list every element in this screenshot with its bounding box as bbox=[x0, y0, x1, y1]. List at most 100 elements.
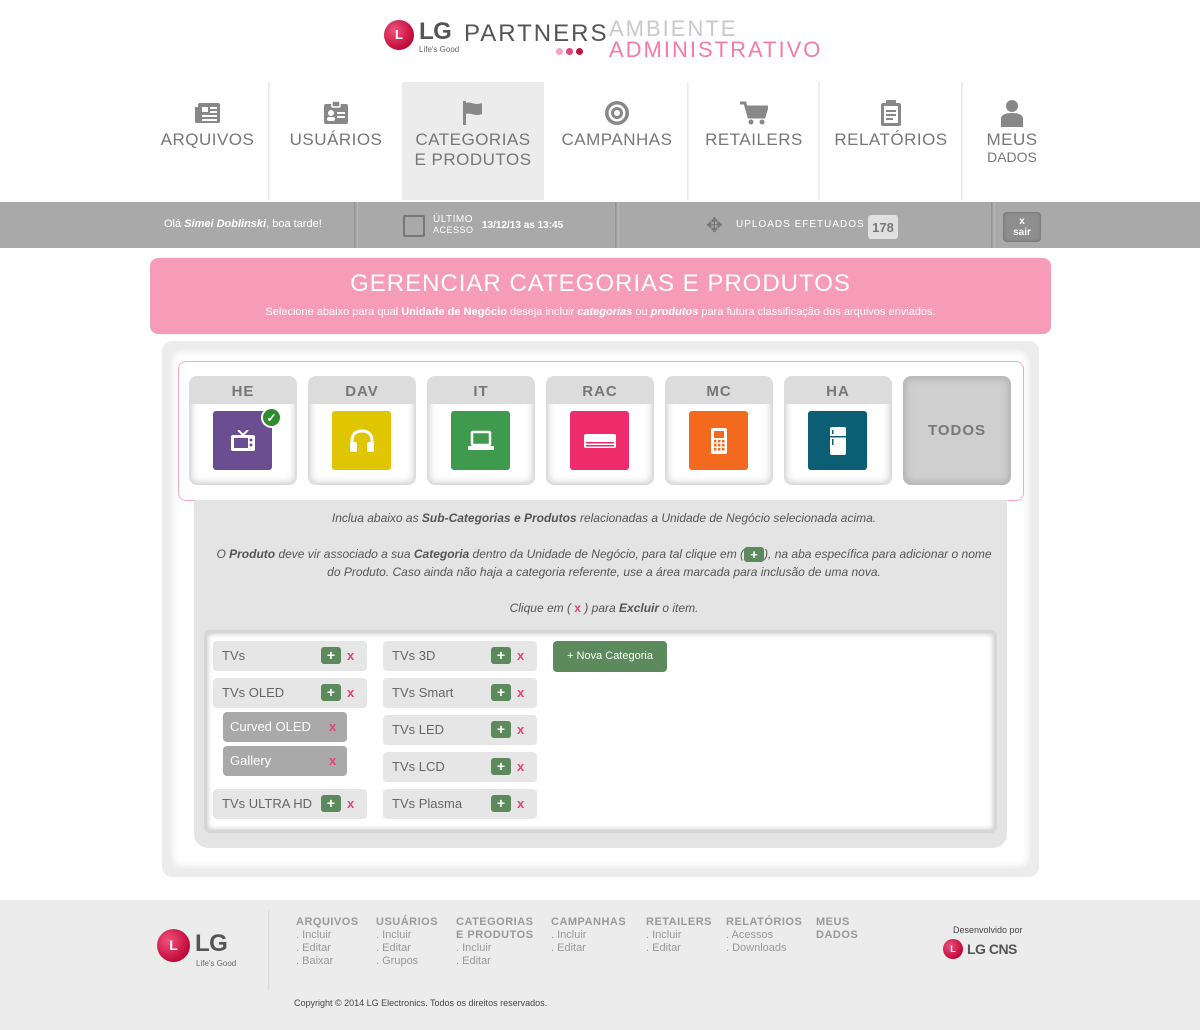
unit-mc[interactable]: MC bbox=[667, 378, 771, 483]
footer-link-arquivos[interactable]: ARQUIVOS bbox=[296, 916, 359, 929]
desc-text: para futura classificação dos arquivos e… bbox=[698, 306, 936, 318]
add-product-button[interactable]: + bbox=[321, 684, 341, 701]
nav-label: RELATÓRIOS bbox=[834, 130, 948, 149]
text: deve vir associado a sua bbox=[275, 547, 414, 561]
unit-dav[interactable]: DAV bbox=[310, 378, 414, 483]
delete-icon[interactable]: x bbox=[517, 715, 524, 745]
footer-sublink[interactable]: . Editar bbox=[296, 942, 359, 955]
nav-item-meus-dados[interactable]: MEUS DADOS bbox=[964, 82, 1060, 200]
footer-sublink[interactable]: . Editar bbox=[456, 955, 534, 968]
headphones-icon bbox=[332, 411, 391, 470]
footer-link-usuarios[interactable]: USUÁRIOS bbox=[376, 916, 438, 929]
footer-link-categorias-line2[interactable]: E PRODUTOS bbox=[456, 929, 534, 942]
lg-tagline: Life's Good bbox=[419, 45, 460, 54]
category-item[interactable]: TVs OLED + x bbox=[213, 678, 367, 708]
new-category-button[interactable]: + Nova Categoria bbox=[553, 641, 667, 672]
footer-sublink[interactable]: . Downloads bbox=[726, 942, 802, 955]
greeting-prefix: Olá bbox=[164, 218, 185, 230]
delete-icon[interactable]: x bbox=[329, 746, 336, 776]
unit-it[interactable]: IT bbox=[429, 378, 533, 483]
id-card-icon bbox=[323, 98, 349, 128]
lg-logo-text: LG bbox=[419, 18, 452, 45]
product-item[interactable]: Gallery x bbox=[223, 746, 347, 776]
nav-item-arquivos[interactable]: ARQUIVOS bbox=[140, 82, 275, 200]
add-product-button[interactable]: + bbox=[491, 721, 511, 738]
add-product-button[interactable]: + bbox=[321, 647, 341, 664]
delete-icon[interactable]: x bbox=[517, 789, 524, 819]
greeting-suffix: , boa tarde! bbox=[266, 218, 322, 230]
last-access-label-line1: ÚLTIMO bbox=[433, 214, 474, 225]
footer-link-categorias[interactable]: CATEGORIAS bbox=[456, 916, 534, 929]
category-item[interactable]: TVs Plasma + x bbox=[383, 789, 537, 819]
nav-item-campanhas[interactable]: CAMPANHAS bbox=[547, 82, 687, 200]
footer-col-relatorios: RELATÓRIOS . Acessos . Downloads bbox=[726, 916, 802, 955]
text: ) para bbox=[584, 601, 620, 615]
delete-icon[interactable]: x bbox=[347, 678, 354, 708]
category-label: TVs ULTRA HD bbox=[222, 796, 313, 811]
add-product-button[interactable]: + bbox=[321, 795, 341, 812]
delete-icon[interactable]: x bbox=[517, 752, 524, 782]
footer-sublink[interactable]: . Incluir bbox=[376, 929, 438, 942]
footer-link-relatorios[interactable]: RELATÓRIOS bbox=[726, 916, 802, 929]
laptop-icon bbox=[451, 411, 510, 470]
category-item[interactable]: TVs ULTRA HD + x bbox=[213, 789, 367, 819]
newspaper-icon bbox=[194, 98, 221, 128]
footer-link-campanhas[interactable]: CAMPANHAS bbox=[551, 916, 626, 929]
add-product-button[interactable]: + bbox=[491, 795, 511, 812]
footer-sublink[interactable]: . Editar bbox=[646, 942, 712, 955]
footer-sublink[interactable]: . Incluir bbox=[456, 942, 534, 955]
text: relacionadas a Unidade de Negócio seleci… bbox=[576, 511, 877, 525]
unit-code: DAV bbox=[310, 378, 414, 404]
logout-button[interactable]: x sair bbox=[1003, 212, 1041, 242]
footer-sublink[interactable]: . Incluir bbox=[551, 929, 626, 942]
delete-icon[interactable]: x bbox=[347, 789, 354, 819]
text: O bbox=[216, 547, 230, 561]
unit-he[interactable]: HE bbox=[191, 378, 295, 483]
delete-icon[interactable]: x bbox=[329, 712, 336, 742]
user-name: Simei Doblinski bbox=[184, 218, 267, 230]
footer-sublink[interactable]: . Incluir bbox=[646, 929, 712, 942]
text: Clique em ( bbox=[509, 601, 571, 615]
plus-icon: + bbox=[744, 547, 765, 563]
footer-sublink[interactable]: . Baixar bbox=[296, 955, 359, 968]
unit-rac[interactable]: RAC bbox=[548, 378, 652, 483]
footer-sublink[interactable]: . Editar bbox=[551, 942, 626, 955]
nav-item-usuarios[interactable]: USUÁRIOS bbox=[271, 82, 401, 200]
add-product-button[interactable]: + bbox=[491, 684, 511, 701]
category-item[interactable]: TVs + x bbox=[213, 641, 367, 671]
footer-sublink[interactable]: . Grupos bbox=[376, 955, 438, 968]
nav-item-relatorios[interactable]: RELATÓRIOS bbox=[821, 82, 961, 200]
footer-sublink[interactable]: . Incluir bbox=[296, 929, 359, 942]
category-item[interactable]: TVs LCD + x bbox=[383, 752, 537, 782]
footer-link-retailers[interactable]: RETAILERS bbox=[646, 916, 712, 929]
footer-link-meus-dados-line2[interactable]: DADOS bbox=[816, 929, 858, 942]
footer-link-meus-dados[interactable]: MEUS bbox=[816, 916, 858, 929]
footer-sublink[interactable]: . Acessos bbox=[726, 929, 802, 942]
target-icon bbox=[604, 98, 630, 128]
unit-ha[interactable]: HA bbox=[786, 378, 890, 483]
main-nav: ARQUIVOS USUÁRIOS CATEGORIAS E PRODUTOS … bbox=[140, 82, 1060, 200]
delete-icon[interactable]: x bbox=[517, 641, 524, 671]
category-item[interactable]: TVs LED + x bbox=[383, 715, 537, 745]
category-item[interactable]: TVs 3D + x bbox=[383, 641, 537, 671]
category-label: TVs LED bbox=[392, 722, 445, 737]
dot-icon bbox=[576, 48, 583, 55]
desc-text: ou bbox=[632, 306, 651, 318]
add-product-button[interactable]: + bbox=[491, 647, 511, 664]
nav-item-categorias[interactable]: CATEGORIAS E PRODUTOS bbox=[402, 82, 544, 200]
page-description: Selecione abaixo para qual Unidade de Ne… bbox=[150, 306, 1051, 318]
category-item[interactable]: TVs Smart + x bbox=[383, 678, 537, 708]
product-item[interactable]: Curved OLED x bbox=[223, 712, 347, 742]
nav-label: USUÁRIOS bbox=[289, 130, 383, 149]
delete-icon[interactable]: x bbox=[517, 678, 524, 708]
unit-todos[interactable]: TODOS bbox=[905, 378, 1009, 483]
add-product-button[interactable]: + bbox=[491, 758, 511, 775]
delete-icon[interactable]: x bbox=[347, 641, 354, 671]
logout-label: sair bbox=[1013, 227, 1031, 238]
product-label: Curved OLED bbox=[230, 719, 311, 734]
phone-icon bbox=[689, 411, 748, 470]
nav-item-retailers[interactable]: RETAILERS bbox=[690, 82, 818, 200]
text-bold: Produto bbox=[229, 547, 276, 561]
uploads-label: UPLOADS EFETUADOS bbox=[736, 219, 865, 230]
footer-sublink[interactable]: . Editar bbox=[376, 942, 438, 955]
